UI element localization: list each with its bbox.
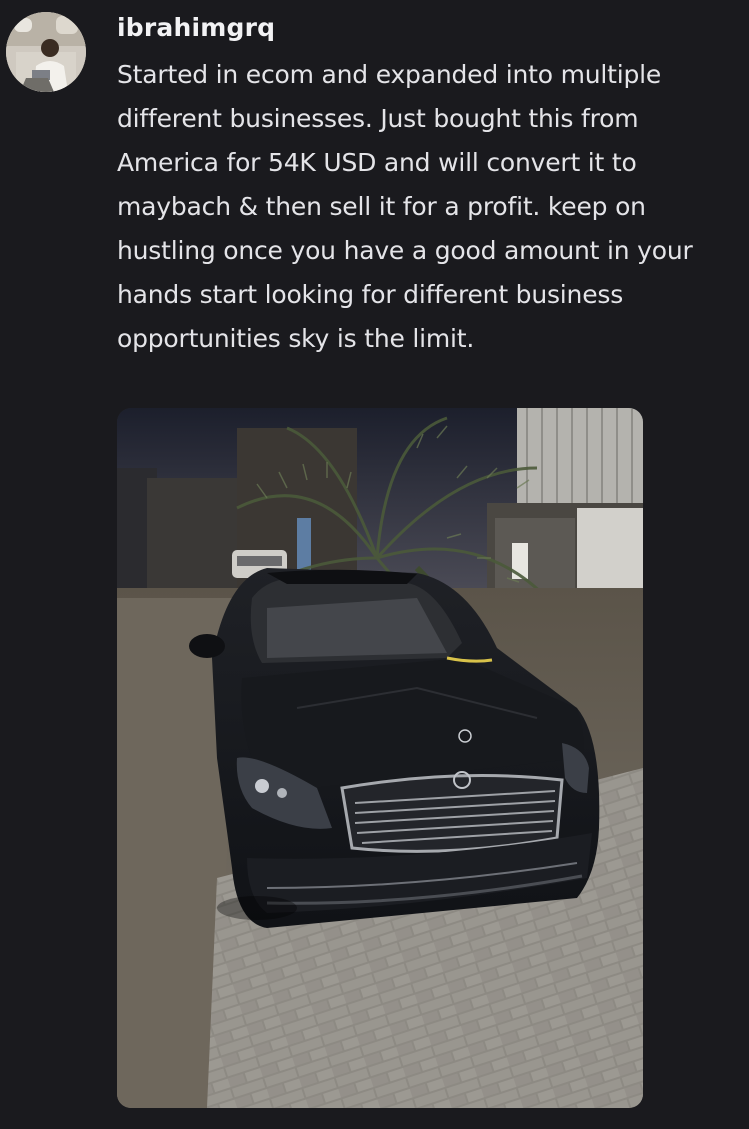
message-username[interactable]: ibrahimgrq xyxy=(117,12,275,44)
user-avatar[interactable] xyxy=(6,12,86,92)
message-body: Started in ecom and expanded into multip… xyxy=(117,60,693,353)
image-attachment[interactable] xyxy=(117,408,643,1108)
chat-message: ibrahimgrq Started in ecom and expanded … xyxy=(0,0,749,1129)
car-photo xyxy=(117,408,643,1108)
